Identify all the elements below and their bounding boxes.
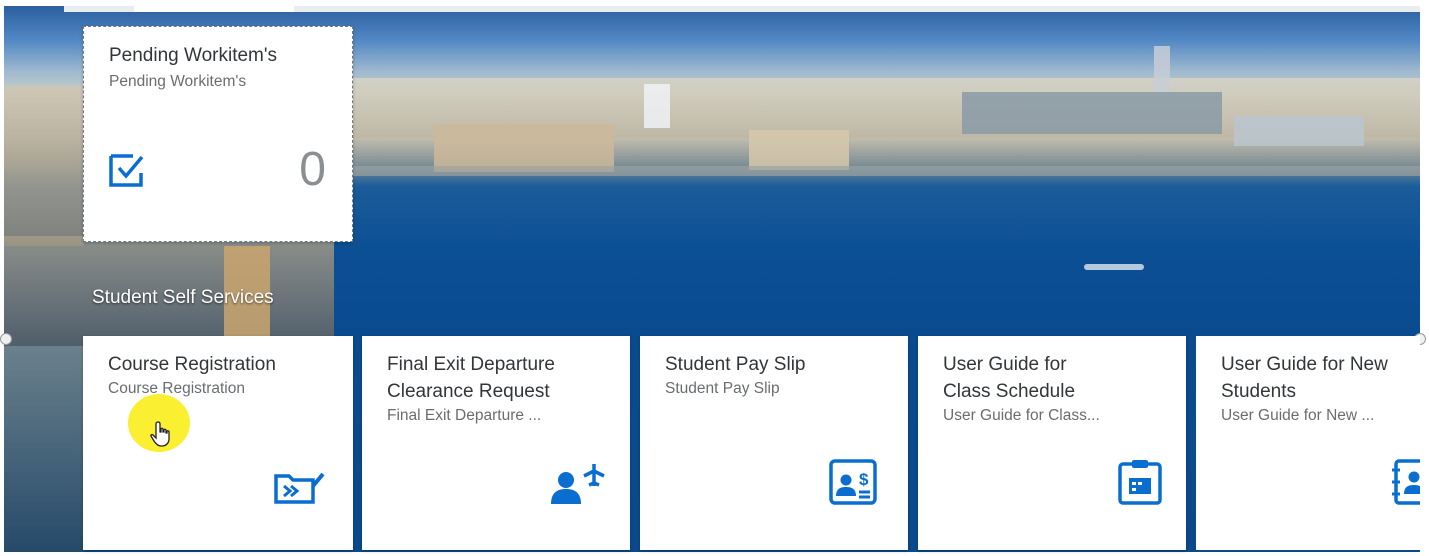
tile-subtitle: Student Pay Slip (665, 380, 780, 397)
hand-cursor-icon (150, 420, 174, 453)
tile-user-guide-new-students[interactable]: User Guide for New Students User Guide f… (1196, 336, 1420, 550)
tile-subtitle: Pending Workitem's (109, 73, 247, 90)
pay-slip-icon: $ (828, 458, 878, 511)
svg-text:$: $ (859, 470, 869, 489)
course-registration-icon (273, 468, 327, 511)
person-travel-icon (548, 460, 612, 511)
tile-user-guide-class-schedule[interactable]: User Guide for Class Schedule User Guide… (918, 336, 1186, 550)
scroll-left-handle[interactable] (0, 333, 12, 345)
contact-book-icon (1390, 458, 1420, 511)
group-title: Student Self Services (92, 287, 274, 308)
checkbox-icon (108, 153, 148, 194)
tile-title-line2: Class Schedule (943, 381, 1076, 402)
workitem-count: 0 (299, 143, 326, 196)
tile-subtitle: User Guide for New ... (1221, 407, 1375, 424)
tile-title-line2: Clearance Request (387, 381, 550, 402)
tile-title: Final Exit Departure (387, 354, 555, 375)
tile-student-pay-slip[interactable]: Student Pay Slip Student Pay Slip $ (640, 336, 908, 550)
tile-final-exit-departure[interactable]: Final Exit Departure Clearance Request F… (362, 336, 630, 550)
tile-title: User Guide for (943, 354, 1067, 375)
shell-top-bar (64, 6, 1420, 12)
tile-subtitle: Course Registration (108, 380, 245, 397)
tile-title: Pending Workitem's (109, 45, 278, 66)
tile-title: Course Registration (108, 354, 276, 375)
clipboard-icon (1117, 458, 1163, 511)
tile-title: User Guide for New (1221, 354, 1388, 375)
tile-title-line2: Students (1221, 381, 1296, 402)
tile-pending-workitems[interactable]: Pending Workitem's Pending Workitem's 0 (83, 26, 353, 242)
tile-subtitle: User Guide for Class... (943, 407, 1100, 424)
tile-title: Student Pay Slip (665, 354, 806, 375)
tile-subtitle: Final Exit Departure ... (387, 407, 542, 424)
tile-viewport-clip: User Guide for New Students User Guide f… (1196, 336, 1420, 550)
tile-course-registration[interactable]: Course Registration Course Registration (83, 336, 353, 550)
